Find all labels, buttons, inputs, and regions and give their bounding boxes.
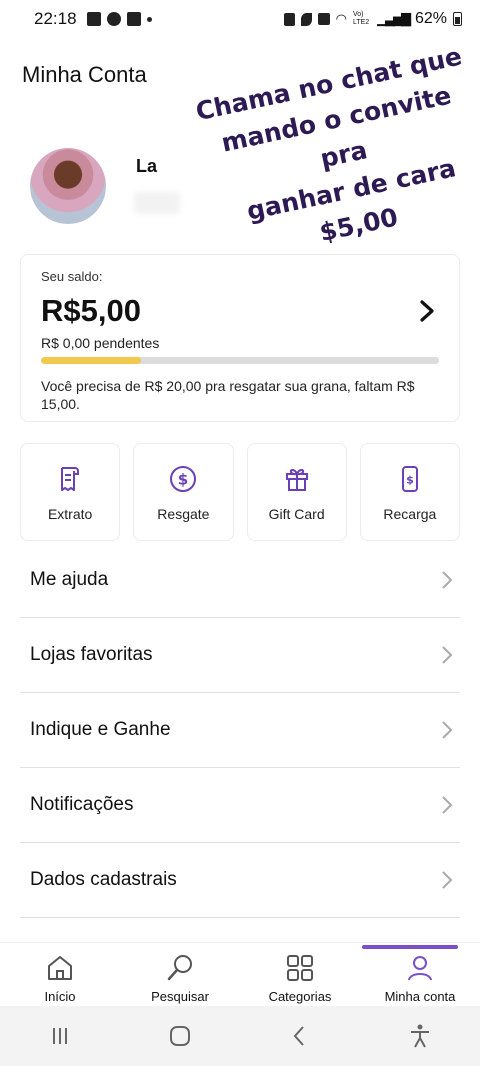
more-dot-icon [146, 16, 152, 22]
dnd-icon [106, 12, 121, 26]
quick-actions: Extrato $ Resgate Gift Card $ Recarga [20, 443, 460, 541]
chevron-right-icon [442, 721, 453, 739]
action-label: Extrato [47, 506, 93, 522]
user-icon [408, 956, 432, 981]
balance-value: R$5,00 [41, 293, 141, 328]
svg-text:$: $ [178, 471, 188, 489]
menu-item-notificacoes[interactable]: Notificações [20, 768, 460, 843]
action-label: Recarga [383, 506, 437, 522]
leaf-icon [300, 12, 312, 26]
status-bar: 22:18 ◠ Vo) LTE2 ▁▃▅▇ 62% [0, 0, 480, 38]
nav-minha-conta[interactable]: Minha conta [360, 943, 480, 1006]
back-icon[interactable] [287, 1023, 313, 1049]
nav-label: Pesquisar [151, 989, 209, 1004]
receipt-icon [61, 467, 80, 491]
menu-item-label: Me ajuda [30, 569, 109, 590]
menu-item-indique-e-ganhe[interactable]: Indique e Ganhe [20, 693, 460, 768]
gift-icon [285, 468, 308, 491]
balance-progress-bar [41, 357, 439, 364]
search-icon [167, 955, 192, 981]
action-label: Resgate [157, 506, 210, 522]
mute-icon [317, 13, 330, 25]
chevron-right-icon[interactable] [417, 299, 437, 323]
action-label: Gift Card [268, 506, 325, 522]
accessibility-icon[interactable] [407, 1023, 433, 1049]
signal-icon: ▁▃▅▇ [376, 11, 411, 26]
chevron-right-icon [442, 796, 453, 814]
menu-item-label: Notificações [30, 794, 134, 815]
battery-percent: 62% [414, 10, 447, 27]
bottom-nav: Início Pesquisar Categorias Minha conta [0, 942, 480, 1006]
status-left-icons [86, 12, 152, 26]
profile-subtitle-blurred [134, 192, 180, 214]
action-recarga[interactable]: $ Recarga [359, 443, 460, 541]
menu-item-lojas-favoritas[interactable]: Lojas favoritas [20, 618, 460, 693]
balance-label: Seu saldo: [41, 269, 103, 284]
redeem-requirement-text: Você precisa de R$ 20,00 pra resgatar su… [41, 378, 415, 412]
puzzle-icon [126, 12, 141, 26]
overlay-caption: Chama no chat que mando o convite pra ga… [178, 33, 480, 276]
chevron-right-icon [442, 646, 453, 664]
nav-label: Início [44, 989, 76, 1004]
gallery-icon [86, 12, 101, 26]
home-button-icon[interactable] [167, 1023, 193, 1049]
nav-label: Categorias [268, 989, 332, 1004]
balance-progress-fill [41, 357, 141, 364]
phone-dollar-icon: $ [401, 466, 418, 492]
menu-item-label: Lojas favoritas [30, 644, 153, 665]
lock-icon [283, 12, 295, 26]
status-right: ◠ Vo) LTE2 ▁▃▅▇ 62% [283, 10, 462, 28]
action-extrato[interactable]: Extrato [20, 443, 121, 541]
nav-categorias[interactable]: Categorias [240, 943, 360, 1006]
recents-icon[interactable] [47, 1023, 73, 1049]
page-title: Minha Conta [22, 62, 147, 87]
action-gift-card[interactable]: Gift Card [246, 443, 347, 541]
account-menu: Me ajuda Lojas favoritas Indique e Ganhe… [20, 543, 460, 918]
nav-label: Minha conta [384, 989, 456, 1004]
nav-pesquisar[interactable]: Pesquisar [120, 943, 240, 1006]
menu-item-label: Indique e Ganhe [30, 719, 171, 740]
chevron-right-icon [442, 871, 453, 889]
pending-amount: R$ 0,00 pendentes [41, 335, 160, 351]
wifi-icon: ◠ [335, 11, 347, 26]
nav-inicio[interactable]: Início [0, 943, 120, 1006]
balance-card[interactable]: Seu saldo: R$5,00 R$ 0,00 pendentes Você… [20, 254, 460, 422]
menu-item-label: Dados cadastrais [30, 869, 177, 890]
menu-item-me-ajuda[interactable]: Me ajuda [20, 543, 460, 618]
battery-icon [453, 12, 462, 26]
action-resgate[interactable]: $ Resgate [133, 443, 234, 541]
avatar[interactable] [30, 148, 106, 224]
network-label: Vo) LTE2 [352, 11, 370, 26]
svg-text:$: $ [406, 474, 414, 487]
chevron-right-icon [442, 571, 453, 589]
home-icon [48, 956, 72, 980]
dollar-circle-icon: $ [170, 466, 197, 492]
system-nav-bar [0, 1006, 480, 1066]
menu-item-dados-cadastrais[interactable]: Dados cadastrais [20, 843, 460, 918]
profile-name: La [136, 156, 158, 176]
status-time: 22:18 [34, 9, 77, 28]
grid-icon [287, 955, 313, 981]
